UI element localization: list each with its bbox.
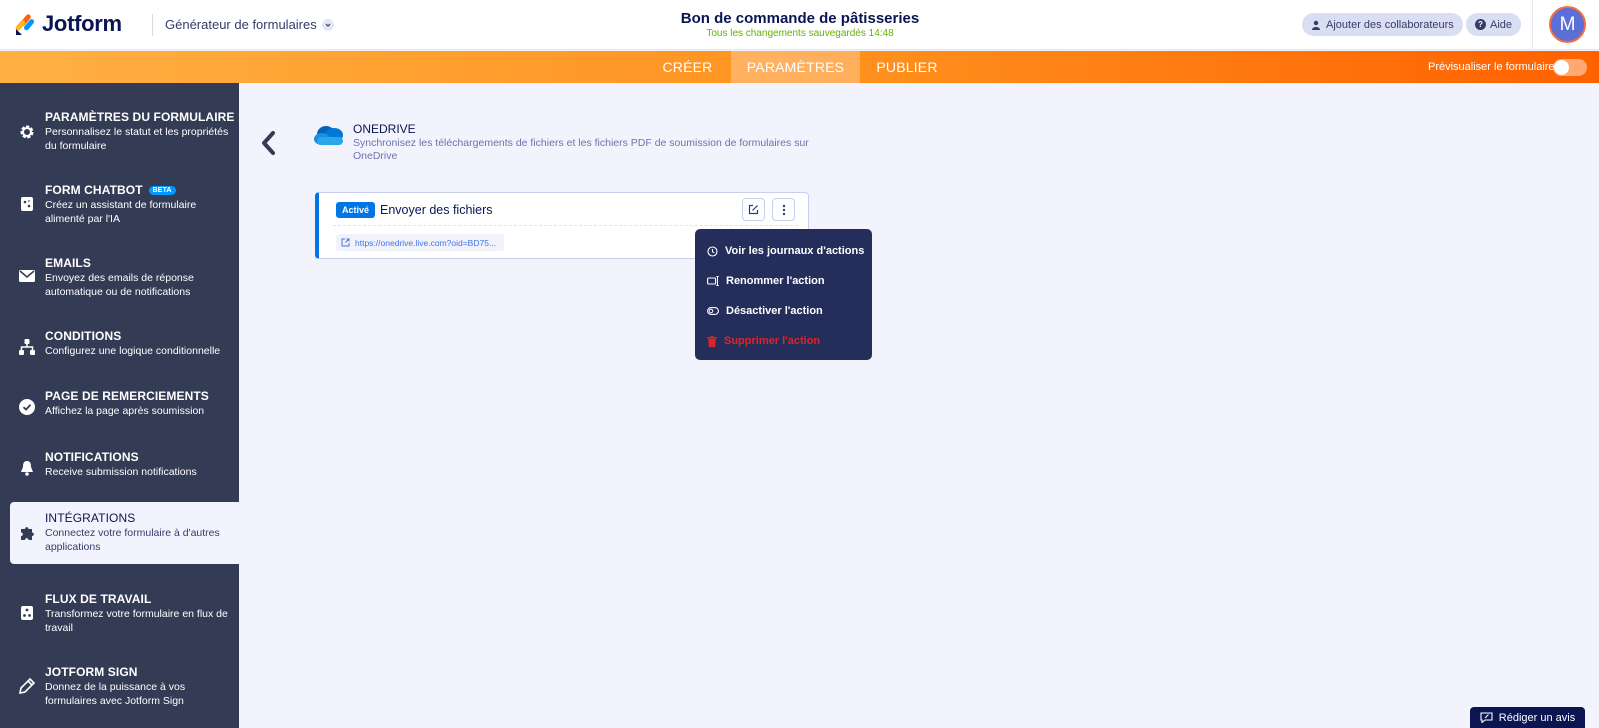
action-options-menu: Voir les journaux d'actions Renommer l'a… xyxy=(695,229,872,360)
menu-item-label: Voir les journaux d'actions xyxy=(725,245,865,257)
form-title[interactable]: Bon de commande de pâtisseries xyxy=(600,10,1000,27)
workflow-icon xyxy=(18,604,36,622)
sidebar-item-title: PARAMÈTRES DU FORMULAIRE xyxy=(45,110,235,124)
sidebar-item-desc: Affichez la page après soumission xyxy=(45,405,205,417)
add-collaborators-label: Ajouter des collaborateurs xyxy=(1326,18,1454,31)
sidebar-item-title: FORM CHATBOT BETA xyxy=(45,183,176,197)
logo-text: Jotform xyxy=(42,11,122,36)
external-link-icon xyxy=(341,238,350,247)
onedrive-logo-icon xyxy=(314,126,343,145)
sidebar-item-notifications[interactable]: NOTIFICATIONS Receive submission notific… xyxy=(0,443,239,483)
trash-icon xyxy=(707,335,717,347)
save-status: Tous les changements sauvegardés 14:48 xyxy=(706,28,894,39)
sidebar-item-title-text: FORM CHATBOT xyxy=(45,183,143,197)
sidebar-item-desc: Envoyez des emails de réponse automatiqu… xyxy=(45,272,194,298)
settings-sidebar: PARAMÈTRES DU FORMULAIRE Personnalisez l… xyxy=(0,83,239,728)
menu-item-label: Supprimer l'action xyxy=(724,335,821,347)
integration-name: ONEDRIVE xyxy=(353,122,416,136)
back-button[interactable] xyxy=(258,128,278,158)
chatbot-icon xyxy=(18,195,36,213)
jotform-logo-icon xyxy=(15,14,35,35)
write-review-label: Rédiger un avis xyxy=(1498,711,1576,724)
history-icon xyxy=(707,245,718,257)
envelope-icon xyxy=(18,267,36,285)
status-badge: Activé xyxy=(336,202,376,218)
more-options-button[interactable] xyxy=(772,198,795,221)
chevron-left-icon xyxy=(262,131,275,155)
sidebar-item-title: INTÉGRATIONS xyxy=(45,511,136,525)
preview-toggle[interactable] xyxy=(1553,59,1587,76)
user-icon xyxy=(1312,20,1320,30)
onedrive-url: https://onedrive.live.com?oid=BD75... xyxy=(355,237,497,248)
sidebar-item-jotform-sign[interactable]: JOTFORM SIGN Donnez de la puissance à vo… xyxy=(0,658,239,712)
sidebar-item-integrations[interactable]: INTÉGRATIONS Connectez votre formulaire … xyxy=(10,502,239,564)
top-header: Jotform Générateur de formulaires Bon de… xyxy=(0,0,1599,50)
gear-icon xyxy=(18,123,36,141)
sidebar-item-emails[interactable]: EMAILS Envoyez des emails de réponse aut… xyxy=(0,249,239,303)
action-title: Envoyer des fichiers xyxy=(380,203,493,217)
more-vertical-icon xyxy=(782,204,785,215)
add-collaborators-button[interactable]: Ajouter des collaborateurs xyxy=(1302,13,1463,36)
sidebar-item-title: NOTIFICATIONS xyxy=(45,450,139,464)
sidebar-item-title: PAGE DE REMERCIEMENTS xyxy=(45,389,209,403)
tab-create[interactable]: CRÉER xyxy=(650,51,725,83)
sidebar-item-desc: Connectez votre formulaire à d'autres ap… xyxy=(45,527,220,553)
sidebar-item-desc: Personnalisez le statut et les propriété… xyxy=(45,126,229,152)
menu-item-view-logs[interactable]: Voir les journaux d'actions xyxy=(707,242,864,260)
write-review-button[interactable]: Rédiger un avis xyxy=(1470,707,1585,728)
menu-item-rename[interactable]: Renommer l'action xyxy=(707,272,825,290)
sidebar-item-form-settings[interactable]: PARAMÈTRES DU FORMULAIRE Personnalisez l… xyxy=(0,103,239,157)
toggle-knob xyxy=(1554,60,1569,75)
user-avatar[interactable]: M xyxy=(1549,6,1586,43)
feedback-icon xyxy=(1480,712,1493,723)
sidebar-item-title: FLUX DE TRAVAIL xyxy=(45,592,152,606)
sidebar-item-form-chatbot[interactable]: FORM CHATBOT BETA Créez un assistant de f… xyxy=(0,176,239,230)
hierarchy-icon xyxy=(18,338,36,356)
edit-action-button[interactable] xyxy=(742,198,765,221)
sidebar-item-workflow[interactable]: FLUX DE TRAVAIL Transformez votre formul… xyxy=(0,585,239,639)
menu-item-label: Désactiver l'action xyxy=(726,305,823,317)
sidebar-item-title: CONDITIONS xyxy=(45,329,122,343)
builder-dropdown[interactable]: Générateur de formulaires xyxy=(165,17,334,32)
beta-badge: BETA xyxy=(148,186,176,195)
sidebar-item-desc: Configurez une logique conditionnelle xyxy=(45,345,221,357)
sidebar-item-title: EMAILS xyxy=(45,256,91,270)
builder-label: Générateur de formulaires xyxy=(165,17,317,32)
chevron-down-icon xyxy=(321,18,334,31)
header-divider-right xyxy=(1532,0,1533,50)
tab-settings[interactable]: PARAMÈTRES xyxy=(731,51,860,83)
header-divider xyxy=(152,14,153,36)
sidebar-item-desc: Transformez votre formulaire en flux de … xyxy=(45,608,228,634)
preview-label: Prévisualiser le formulaire xyxy=(1428,61,1555,73)
menu-item-label: Renommer l'action xyxy=(726,275,825,287)
sidebar-item-title: JOTFORM SIGN xyxy=(45,665,138,679)
rename-icon xyxy=(707,276,719,286)
help-label: Aide xyxy=(1490,18,1513,31)
jotform-logo[interactable]: Jotform xyxy=(14,11,122,37)
question-icon: ? xyxy=(1475,19,1486,30)
menu-item-delete[interactable]: Supprimer l'action xyxy=(707,332,820,350)
toggle-off-icon xyxy=(707,307,719,315)
sidebar-item-desc: Donnez de la puissance à vos formulaires… xyxy=(45,681,186,707)
pen-icon xyxy=(18,677,36,695)
help-button[interactable]: ? Aide xyxy=(1466,13,1522,36)
check-circle-icon xyxy=(18,398,36,416)
puzzle-icon xyxy=(18,524,36,542)
tab-publish[interactable]: PUBLIER xyxy=(866,51,948,83)
onedrive-link[interactable]: https://onedrive.live.com?oid=BD75... xyxy=(336,234,505,251)
edit-icon xyxy=(748,204,759,215)
integration-description: Synchronisez les téléchargements de fich… xyxy=(353,137,809,162)
builder-navbar: CRÉER PARAMÈTRES PUBLIER Prévisualiser l… xyxy=(0,51,1599,83)
sidebar-item-desc: Receive submission notifications xyxy=(45,466,197,478)
sidebar-item-desc: Créez un assistant de formulaire aliment… xyxy=(45,199,197,225)
sidebar-item-thank-you-page[interactable]: PAGE DE REMERCIEMENTS Affichez la page a… xyxy=(0,382,239,422)
bell-icon xyxy=(18,459,36,477)
menu-item-disable[interactable]: Désactiver l'action xyxy=(707,302,823,320)
card-divider xyxy=(333,225,798,226)
sidebar-item-conditions[interactable]: CONDITIONS Configurez une logique condit… xyxy=(0,322,239,362)
